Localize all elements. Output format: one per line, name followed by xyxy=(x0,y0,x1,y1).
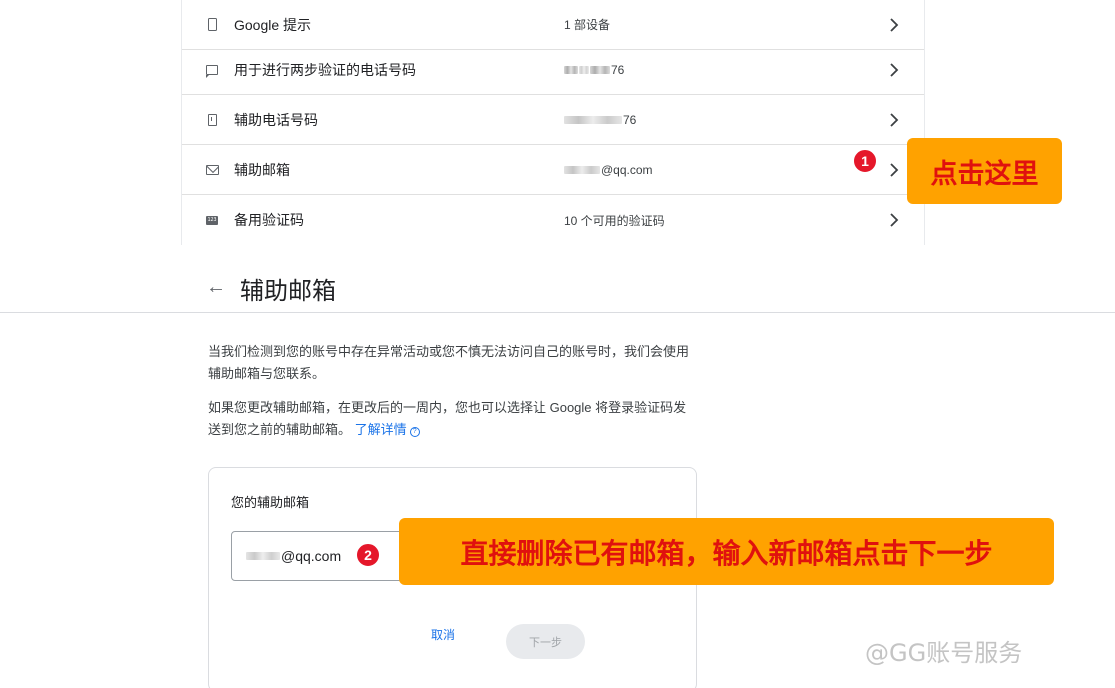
paragraph-2-text: 如果您更改辅助邮箱，在更改后的一周内，您也可以选择让 Google 将登录验证码… xyxy=(208,400,687,437)
row-value: 76 xyxy=(564,63,624,77)
cancel-button[interactable]: 取消 xyxy=(431,626,455,643)
redacted-digits xyxy=(564,115,622,124)
redacted-digits xyxy=(590,65,610,74)
arrow-back-icon[interactable]: ← xyxy=(206,276,226,299)
watermark: @GG账号服务 xyxy=(865,639,1023,667)
redacted-email xyxy=(564,165,600,174)
chevron-right-icon[interactable] xyxy=(884,160,904,180)
value-suffix: 76 xyxy=(623,112,637,127)
email-value-suffix: @qq.com xyxy=(281,548,342,564)
code-icon: 123 xyxy=(206,215,218,225)
row-label: 备用验证码 xyxy=(234,212,304,228)
chevron-right-icon[interactable] xyxy=(884,15,904,35)
list-item-backup-codes[interactable]: 123 备用验证码 10 个可用的验证码 xyxy=(182,195,924,245)
page-title: 辅助邮箱 xyxy=(240,278,336,305)
security-settings-list: Google 提示 1 部设备 用于进行两步验证的电话号码 76 辅助电话号码 … xyxy=(181,0,925,245)
row-value: @qq.com xyxy=(564,163,653,177)
value-suffix: @qq.com xyxy=(601,162,653,177)
row-label: Google 提示 xyxy=(234,16,312,33)
header-divider xyxy=(0,312,1115,313)
row-value: 1 部设备 xyxy=(564,18,611,32)
next-button[interactable]: 下一步 xyxy=(506,624,585,659)
recovery-email-label: 您的辅助邮箱 xyxy=(231,495,310,510)
mail-icon xyxy=(204,162,220,178)
step-1-badge: 1 xyxy=(852,148,878,174)
chevron-right-icon[interactable] xyxy=(884,110,904,130)
row-label: 辅助电话号码 xyxy=(234,111,318,128)
row-label: 辅助邮箱 xyxy=(234,161,290,178)
redacted-digits xyxy=(564,65,578,74)
phone-icon xyxy=(204,112,220,128)
chevron-right-icon[interactable] xyxy=(884,210,904,230)
step-2-callout: 直接删除已有邮箱，输入新邮箱点击下一步 xyxy=(399,518,1054,585)
page: Google 提示 1 部设备 用于进行两步验证的电话号码 76 辅助电话号码 … xyxy=(0,0,1115,688)
redacted-digits xyxy=(579,65,589,74)
step-1-callout: 点击这里 xyxy=(907,138,1062,204)
list-item-google-prompt[interactable]: Google 提示 1 部设备 xyxy=(182,0,924,50)
message-icon xyxy=(204,62,220,78)
phone-icon xyxy=(204,17,220,33)
recovery-email-input[interactable]: @qq.com xyxy=(231,531,411,581)
row-label: 用于进行两步验证的电话号码 xyxy=(234,61,416,78)
description-paragraph-2: 如果您更改辅助邮箱，在更改后的一周内，您也可以选择让 Google 将登录验证码… xyxy=(208,397,698,441)
value-suffix: 76 xyxy=(611,62,625,77)
description-paragraph-1: 当我们检测到您的账号中存在异常活动或您不慎无法访问自己的账号时，我们会使用辅助邮… xyxy=(208,344,690,381)
row-value: 76 xyxy=(564,113,636,127)
list-item-recovery-email[interactable]: 辅助邮箱 @qq.com xyxy=(182,145,924,195)
list-item-recovery-phone[interactable]: 辅助电话号码 76 xyxy=(182,95,924,145)
row-value: 10 个可用的验证码 xyxy=(564,213,665,228)
redacted-email xyxy=(246,552,280,560)
chevron-right-icon[interactable] xyxy=(884,60,904,80)
learn-more-link[interactable]: 了解详情 xyxy=(355,422,407,437)
help-icon[interactable]: ? xyxy=(409,427,420,437)
step-2-badge: 2 xyxy=(355,542,381,568)
list-item-2sv-phone[interactable]: 用于进行两步验证的电话号码 76 xyxy=(182,45,924,95)
